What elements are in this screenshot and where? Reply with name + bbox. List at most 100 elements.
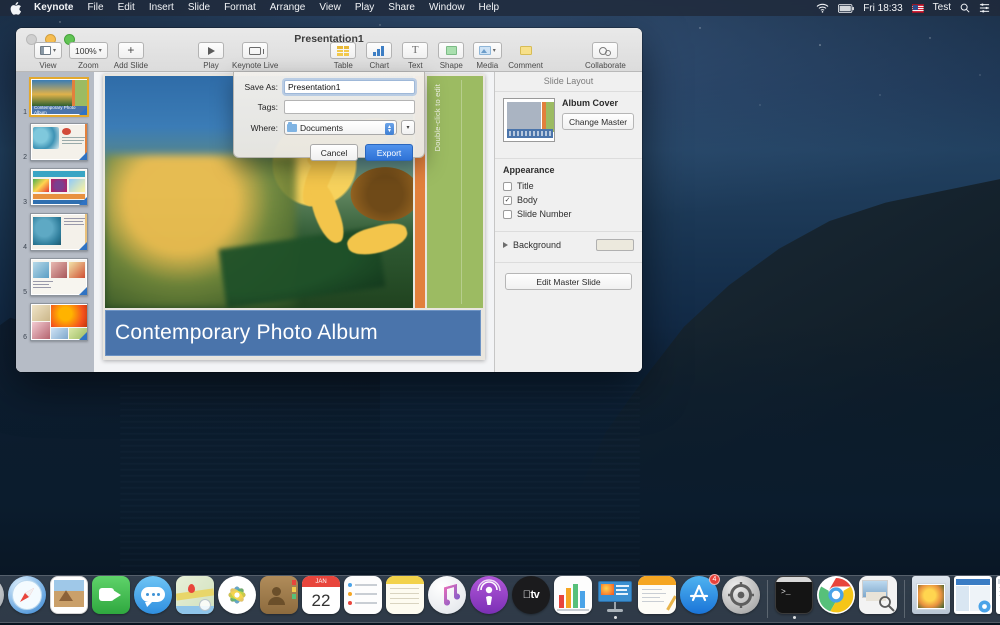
navigator-slide-3[interactable]: 3 bbox=[20, 168, 92, 206]
save-as-input[interactable]: Presentation1 bbox=[284, 80, 415, 94]
zoom-button-toolbar[interactable]: 100%▾ Zoom bbox=[69, 42, 108, 70]
text-button[interactable]: T Text bbox=[400, 42, 430, 70]
apple-logo-icon[interactable] bbox=[10, 2, 21, 15]
slide-thumbnail[interactable] bbox=[30, 258, 88, 296]
dock-item-contacts[interactable] bbox=[259, 575, 299, 619]
export-button[interactable]: Export bbox=[365, 144, 413, 161]
dock-item-terminal[interactable]: >_ bbox=[774, 575, 814, 619]
background-row[interactable]: Background bbox=[503, 236, 634, 254]
checkbox-box-checked[interactable]: ✓ bbox=[503, 196, 512, 205]
shape-button[interactable]: Shape bbox=[436, 42, 466, 70]
dock-item-podcasts[interactable] bbox=[469, 575, 509, 619]
cancel-button[interactable]: Cancel bbox=[310, 144, 358, 161]
dock-item-keynote[interactable] bbox=[595, 575, 635, 619]
navigator-slide-5[interactable]: 5 bbox=[20, 258, 92, 296]
menu-item-insert[interactable]: Insert bbox=[142, 0, 181, 16]
navigator-slide-6[interactable]: 6 bbox=[20, 303, 92, 341]
slide-navigator[interactable]: 1 Contemporary Photo Album 2 bbox=[16, 72, 94, 372]
dock-item-calendar[interactable]: JAN 22 bbox=[301, 575, 341, 619]
menu-item-play[interactable]: Play bbox=[348, 0, 381, 16]
background-color-swatch[interactable] bbox=[596, 239, 634, 251]
navigator-slide-2[interactable]: 2 bbox=[20, 123, 92, 161]
slide-thumbnail[interactable] bbox=[30, 123, 88, 161]
dock-item-numbers[interactable] bbox=[553, 575, 593, 619]
navigator-slide-1[interactable]: 1 Contemporary Photo Album bbox=[20, 78, 92, 116]
slide-thumbnail[interactable] bbox=[30, 303, 88, 341]
zoom-value: 100% bbox=[75, 46, 97, 56]
dock-item-notes[interactable] bbox=[385, 575, 425, 619]
dock-item-messages[interactable] bbox=[133, 575, 173, 619]
dock-item-itunes[interactable] bbox=[427, 575, 467, 619]
media-button[interactable]: ▾ Media bbox=[472, 42, 502, 70]
battery-icon[interactable] bbox=[838, 4, 854, 13]
menu-bar-clock[interactable]: Fri 18:33 bbox=[863, 3, 902, 14]
slide-thumbnail[interactable] bbox=[30, 213, 88, 251]
navigator-slide-4[interactable]: 4 bbox=[20, 213, 92, 251]
dock-item-window-stack-blue[interactable] bbox=[953, 575, 993, 619]
play-icon bbox=[208, 47, 215, 55]
dock-item-chrome[interactable] bbox=[816, 575, 856, 619]
collaborate-button[interactable]: Collaborate bbox=[585, 42, 626, 70]
dock-item-launchpad[interactable] bbox=[0, 575, 5, 619]
green-side-panel[interactable]: Double-click to edit bbox=[427, 76, 483, 308]
keynote-live-button[interactable]: Keynote Live bbox=[232, 42, 278, 70]
add-slide-button[interactable]: + Add Slide bbox=[114, 42, 148, 70]
search-icon[interactable] bbox=[960, 3, 970, 13]
keynote-window[interactable]: Presentation1 ▾ View 100%▾ Zoom + Add Sl… bbox=[16, 28, 642, 372]
dock-item-safari[interactable] bbox=[7, 575, 47, 619]
dock-item-pages[interactable] bbox=[637, 575, 677, 619]
slide-thumbnail[interactable]: Contemporary Photo Album bbox=[30, 78, 88, 116]
menu-item-arrange[interactable]: Arrange bbox=[263, 0, 313, 16]
side-placeholder-text[interactable]: Double-click to edit bbox=[433, 84, 442, 151]
menu-item-file[interactable]: File bbox=[80, 0, 110, 16]
comment-button[interactable]: Comment bbox=[508, 42, 543, 70]
wifi-icon[interactable] bbox=[816, 3, 829, 13]
play-button[interactable]: Play bbox=[196, 42, 226, 70]
menu-item-window[interactable]: Window bbox=[422, 0, 472, 16]
table-button[interactable]: Table bbox=[328, 42, 358, 70]
view-button[interactable]: ▾ View bbox=[33, 42, 63, 70]
dock-item-window-stack-white[interactable] bbox=[995, 575, 1000, 619]
menu-item-view[interactable]: View bbox=[312, 0, 348, 16]
change-master-button[interactable]: Change Master bbox=[562, 113, 634, 130]
dock-item-apple-tv[interactable]: tv bbox=[511, 575, 551, 619]
dock[interactable]: JAN 22 bbox=[0, 575, 1000, 623]
slide-title-placeholder[interactable]: Contemporary Photo Album bbox=[105, 310, 481, 356]
slide-thumbnail[interactable] bbox=[30, 168, 88, 206]
checkbox-body[interactable]: ✓ Body bbox=[503, 195, 634, 205]
edit-master-slide-button[interactable]: Edit Master Slide bbox=[505, 273, 632, 290]
dock-item-reminders[interactable] bbox=[343, 575, 383, 619]
menu-item-format[interactable]: Format bbox=[217, 0, 263, 16]
chart-button[interactable]: Chart bbox=[364, 42, 394, 70]
menu-item-help[interactable]: Help bbox=[472, 0, 507, 16]
checkbox-box[interactable] bbox=[503, 182, 512, 191]
menu-item-keynote[interactable]: Keynote bbox=[27, 0, 80, 16]
control-center-icon[interactable] bbox=[979, 3, 990, 13]
checkbox-label: Slide Number bbox=[517, 209, 572, 219]
menu-item-share[interactable]: Share bbox=[381, 0, 422, 16]
format-inspector[interactable]: Slide Layout Album Cover Change Master A… bbox=[494, 72, 642, 372]
checkbox-title[interactable]: Title bbox=[503, 181, 634, 191]
dock-item-photos[interactable] bbox=[217, 575, 257, 619]
dock-item-system-preferences[interactable] bbox=[721, 575, 761, 619]
dock-item-downloads-folder[interactable] bbox=[911, 575, 951, 619]
checkbox-box[interactable] bbox=[503, 210, 512, 219]
dock-item-photos-classic[interactable] bbox=[49, 575, 89, 619]
menu-bar-user[interactable]: Test bbox=[933, 0, 951, 16]
dock-item-app-store[interactable]: 4 bbox=[679, 575, 719, 619]
dock-item-preview[interactable] bbox=[858, 575, 898, 619]
menu-item-slide[interactable]: Slide bbox=[181, 0, 217, 16]
dock-item-maps[interactable] bbox=[175, 575, 215, 619]
window-titlebar[interactable]: Presentation1 ▾ View 100%▾ Zoom + Add Sl… bbox=[16, 28, 642, 72]
where-select[interactable]: Documents ▲▼ bbox=[284, 120, 397, 135]
master-thumbnail[interactable] bbox=[503, 98, 555, 142]
export-save-sheet[interactable]: Save As: Presentation1 Tags: Where: Docu… bbox=[233, 72, 425, 158]
expand-browser-button[interactable]: ▾ bbox=[401, 120, 415, 135]
stepper-icon[interactable]: ▲▼ bbox=[385, 123, 394, 135]
disclosure-triangle-icon[interactable] bbox=[503, 242, 508, 248]
tags-input[interactable] bbox=[284, 100, 415, 114]
checkbox-slide-number[interactable]: Slide Number bbox=[503, 209, 634, 219]
dock-item-facetime[interactable] bbox=[91, 575, 131, 619]
menu-item-edit[interactable]: Edit bbox=[111, 0, 142, 16]
us-flag-icon[interactable] bbox=[912, 4, 924, 13]
